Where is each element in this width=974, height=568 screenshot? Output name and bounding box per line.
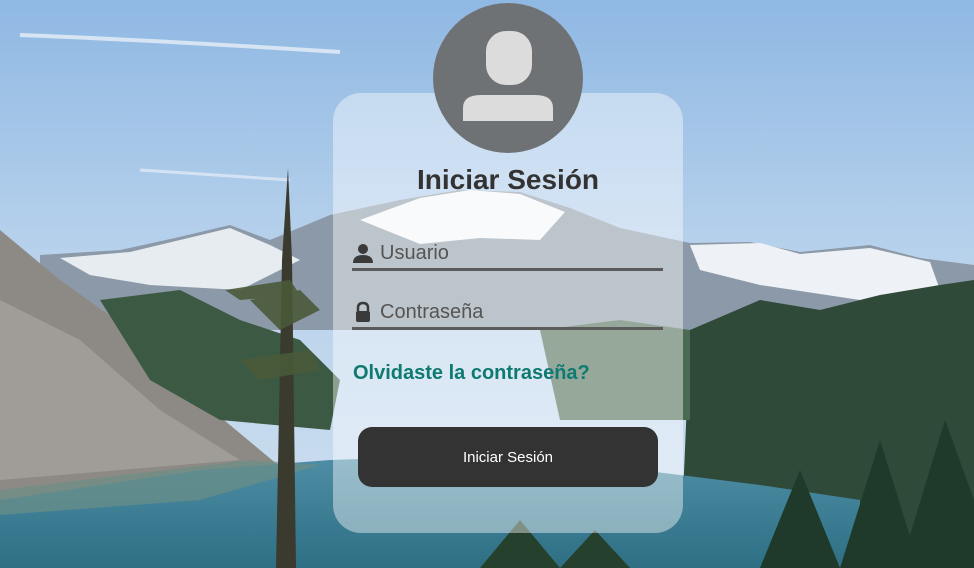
forgot-password-link[interactable]: Olvidaste la contraseña? <box>353 362 590 385</box>
username-field[interactable] <box>352 240 663 271</box>
password-field[interactable] <box>352 299 663 330</box>
login-button[interactable]: Iniciar Sesión <box>358 427 658 487</box>
password-input[interactable] <box>380 299 660 325</box>
user-icon <box>353 244 373 263</box>
username-input[interactable] <box>380 240 660 266</box>
page-title: Iniciar Sesión <box>416 164 600 195</box>
lock-icon <box>356 301 370 322</box>
user-avatar-icon <box>433 3 583 153</box>
